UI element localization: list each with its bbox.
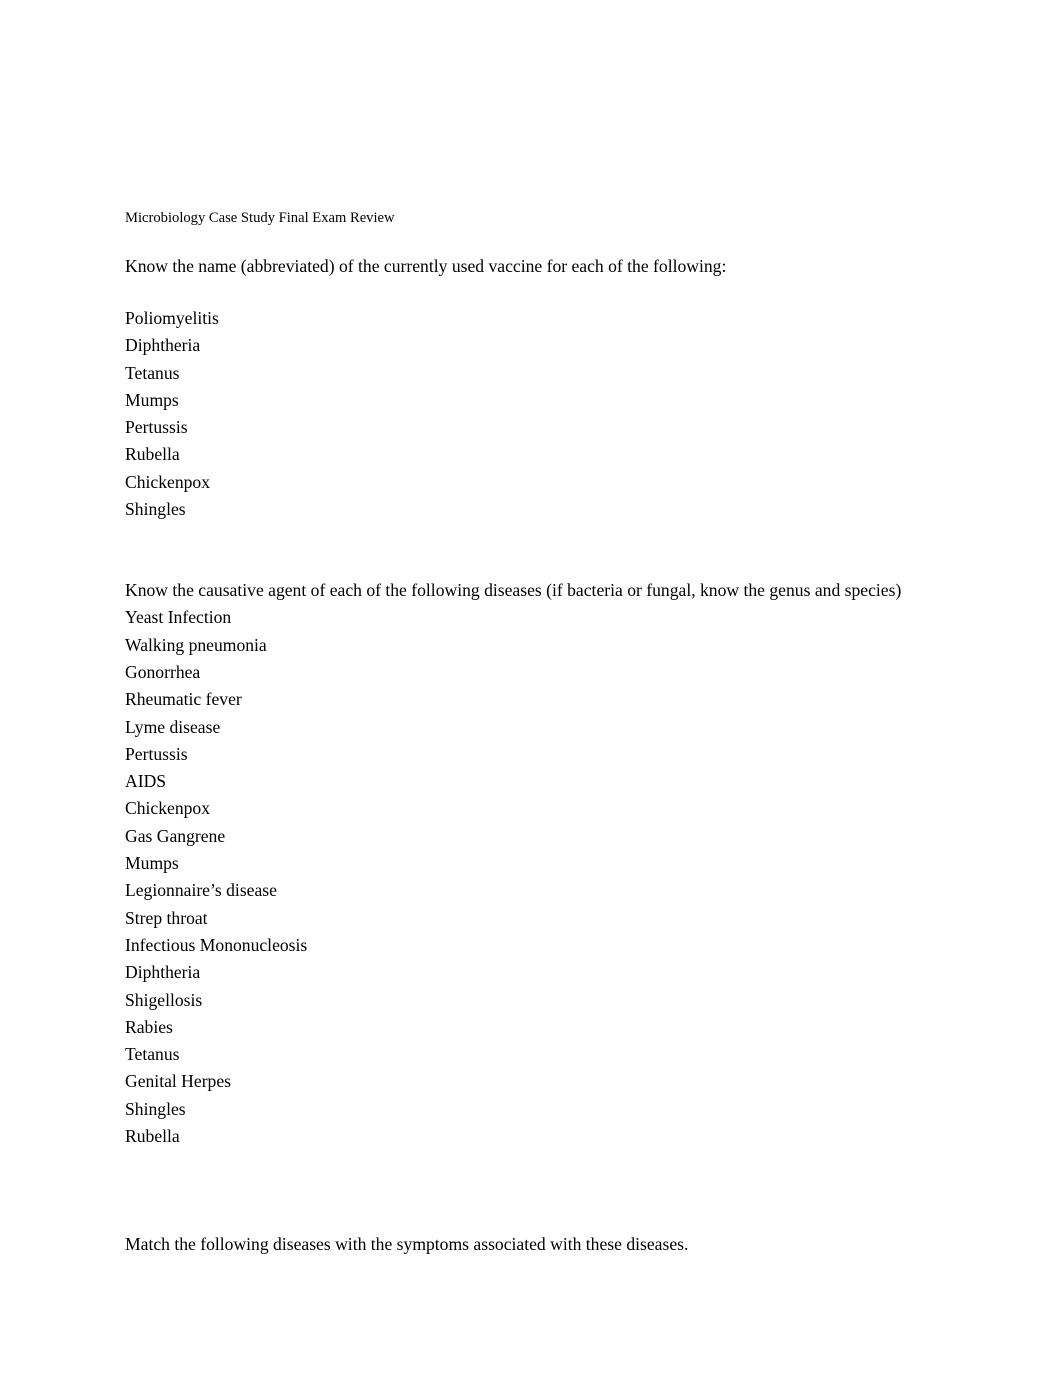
list-item: Infectious Mononucleosis bbox=[125, 934, 308, 955]
list-item: Rubella bbox=[125, 1126, 180, 1147]
list-item: Lyme disease bbox=[125, 716, 221, 737]
list-item: Rubella bbox=[125, 444, 180, 465]
list-item: Shingles bbox=[125, 1098, 186, 1119]
list-item: Walking pneumonia bbox=[125, 634, 267, 655]
list-item: Shingles bbox=[125, 499, 186, 520]
list-item: Chickenpox bbox=[125, 798, 211, 819]
causative-agents-list: Yeast Infection Walking pneumonia Gonorr… bbox=[125, 604, 945, 1150]
vaccines-section-heading: Know the name (abbreviated) of the curre… bbox=[125, 256, 727, 276]
document-body: Microbiology Case Study Final Exam Revie… bbox=[125, 208, 945, 1258]
list-item: Gonorrhea bbox=[125, 661, 201, 682]
list-item: Chickenpox bbox=[125, 471, 211, 492]
list-item: Mumps bbox=[125, 389, 179, 410]
document-title: Microbiology Case Study Final Exam Revie… bbox=[125, 210, 395, 226]
list-item: Diphtheria bbox=[125, 335, 201, 356]
list-item: Yeast Infection bbox=[125, 607, 232, 628]
causative-agents-section-heading: Know the causative agent of each of the … bbox=[125, 580, 902, 601]
list-item: Rheumatic fever bbox=[125, 689, 242, 710]
list-item: Diphtheria bbox=[125, 962, 201, 983]
list-item: Pertussis bbox=[125, 417, 188, 438]
list-item: AIDS bbox=[125, 771, 167, 792]
vaccines-list: Poliomyelitis Diphtheria Tetanus Mumps P… bbox=[125, 305, 945, 523]
list-item: Pertussis bbox=[125, 743, 188, 764]
list-item: Genital Herpes bbox=[125, 1071, 232, 1092]
list-item: Legionnaire’s disease bbox=[125, 880, 277, 901]
list-item: Strep throat bbox=[125, 907, 208, 928]
list-item: Gas Gangrene bbox=[125, 825, 226, 846]
document-page: Microbiology Case Study Final Exam Revie… bbox=[0, 0, 1062, 1377]
matching-section-heading: Match the following diseases with the sy… bbox=[125, 1234, 689, 1255]
list-item: Poliomyelitis bbox=[125, 308, 219, 328]
list-item: Shigellosis bbox=[125, 989, 203, 1010]
list-item: Rabies bbox=[125, 1016, 173, 1037]
list-item: Tetanus bbox=[125, 1044, 180, 1065]
list-item: Mumps bbox=[125, 853, 179, 874]
list-item: Tetanus bbox=[125, 362, 180, 383]
